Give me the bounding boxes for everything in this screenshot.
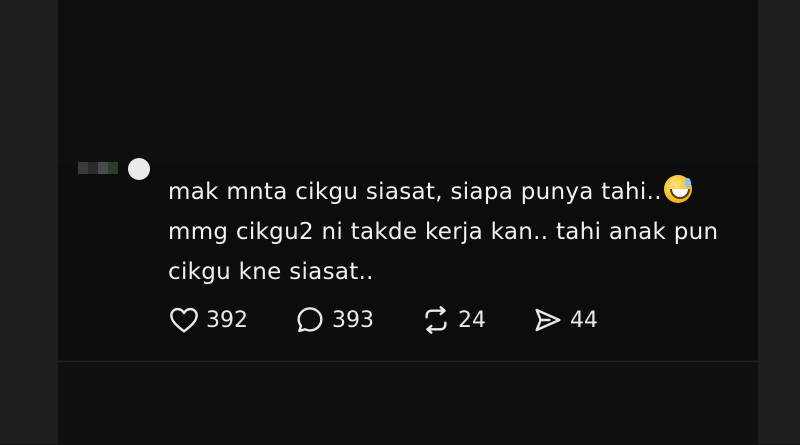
background-right	[758, 0, 800, 444]
background-left	[0, 0, 58, 444]
repost-button[interactable]: 24	[420, 303, 486, 337]
comment-button[interactable]: 393	[294, 303, 374, 337]
grinning-sweat-emoji-icon	[663, 175, 692, 203]
comment-line-3: cikgu kne siasat..	[168, 259, 374, 285]
send-icon	[535, 308, 561, 332]
comment-bubble-icon	[297, 307, 323, 333]
repost-count: 24	[458, 307, 486, 333]
comment-text: mak mnta cikgu siasat, siapa punya tahi.…	[168, 172, 748, 292]
next-post-area	[58, 361, 758, 445]
comment-line-1: mak mnta cikgu siasat, siapa punya tahi.…	[168, 179, 662, 205]
like-count: 392	[206, 307, 248, 333]
avatar[interactable]	[128, 158, 150, 180]
share-count: 44	[570, 307, 598, 333]
like-button[interactable]: 392	[168, 303, 248, 337]
repost-icon	[425, 306, 447, 334]
comment-line-2: mmg cikgu2 ni takde kerja kan.. tahi ana…	[168, 219, 719, 245]
share-button[interactable]: 44	[532, 303, 598, 337]
heart-icon	[170, 307, 198, 333]
comment-count: 393	[332, 307, 374, 333]
previous-post-area	[58, 0, 758, 165]
